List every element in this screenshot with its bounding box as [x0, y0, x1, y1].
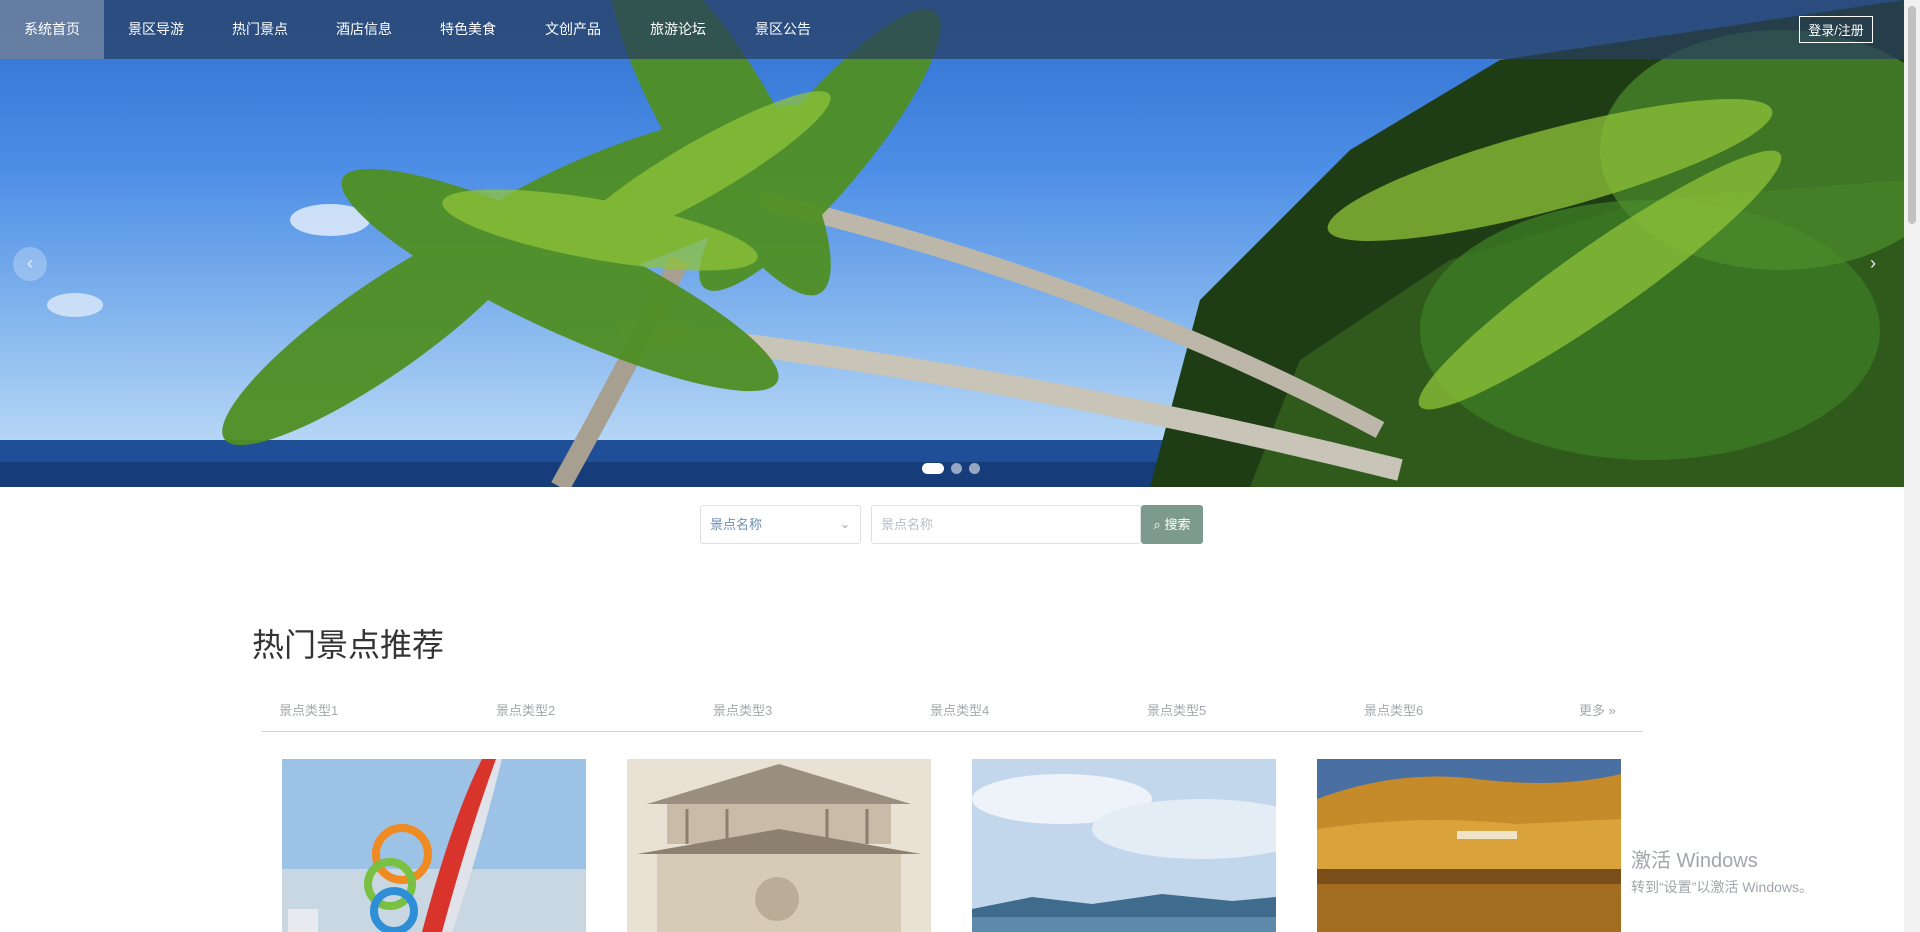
nav-item-food[interactable]: 特色美食: [416, 0, 520, 59]
spot-image-lake: [972, 759, 1276, 932]
nav-item-forum[interactable]: 旅游论坛: [626, 0, 730, 59]
chevron-down-icon: ⌄: [839, 517, 850, 531]
spot-image-pavilion: [627, 759, 931, 932]
login-register-button[interactable]: 登录/注册: [1799, 16, 1873, 43]
spot-image-sculpture: [282, 759, 586, 932]
hero-carousel: [0, 0, 1904, 487]
spot-image-grassland: [1317, 759, 1621, 932]
carousel-dot-1[interactable]: [922, 463, 944, 474]
search-field-select[interactable]: 景点名称 ⌄: [700, 505, 861, 544]
carousel-next-icon[interactable]: ›: [1856, 247, 1890, 281]
carousel-prev-icon[interactable]: ‹: [13, 247, 47, 281]
spot-card-1[interactable]: [282, 759, 586, 932]
tab-type-3[interactable]: 景点类型3: [713, 700, 772, 719]
carousel-dot-3[interactable]: [969, 463, 980, 474]
tab-type-1[interactable]: 景点类型1: [279, 700, 338, 719]
carousel-dot-2[interactable]: [951, 463, 962, 474]
search-button-label: 搜索: [1164, 517, 1191, 532]
scrollbar-thumb[interactable]: [1908, 6, 1916, 224]
page-scrollbar[interactable]: [1904, 0, 1920, 932]
nav-item-home[interactable]: 系统首页: [0, 0, 104, 59]
search-icon: ⌕: [1153, 517, 1161, 532]
search-input[interactable]: [871, 505, 1141, 544]
tab-type-6[interactable]: 景点类型6: [1364, 700, 1423, 719]
section-title: 热门景点推荐: [252, 627, 445, 663]
tab-type-4[interactable]: 景点类型4: [930, 700, 989, 719]
nav-item-products[interactable]: 文创产品: [521, 0, 625, 59]
search-field-select-value: 景点名称: [710, 517, 763, 532]
nav-item-hot-spots[interactable]: 热门景点: [208, 0, 312, 59]
nav-item-guide[interactable]: 景区导游: [104, 0, 208, 59]
top-navigation: 系统首页 景区导游 热门景点 酒店信息 特色美食 文创产品 旅游论坛 景区公告 …: [0, 0, 1904, 59]
nav-item-notices[interactable]: 景区公告: [731, 0, 835, 59]
watermark-line-1: 激活 Windows: [1631, 850, 1758, 872]
more-link[interactable]: 更多 »: [1579, 700, 1616, 719]
spot-card-2[interactable]: [627, 759, 931, 932]
windows-activation-watermark: 激活 Windows 转到“设置”以激活 Windows。: [1631, 844, 1813, 897]
spot-card-3[interactable]: [972, 759, 1276, 932]
watermark-line-2: 转到“设置”以激活 Windows。: [1631, 879, 1814, 895]
nav-item-hotels[interactable]: 酒店信息: [312, 0, 416, 59]
hero-image: [0, 0, 1904, 487]
search-button[interactable]: ⌕ 搜索: [1141, 505, 1203, 544]
tab-type-5[interactable]: 景点类型5: [1147, 700, 1206, 719]
tabs-divider: [262, 731, 1643, 732]
spot-card-4[interactable]: [1317, 759, 1621, 932]
tab-type-2[interactable]: 景点类型2: [496, 700, 555, 719]
